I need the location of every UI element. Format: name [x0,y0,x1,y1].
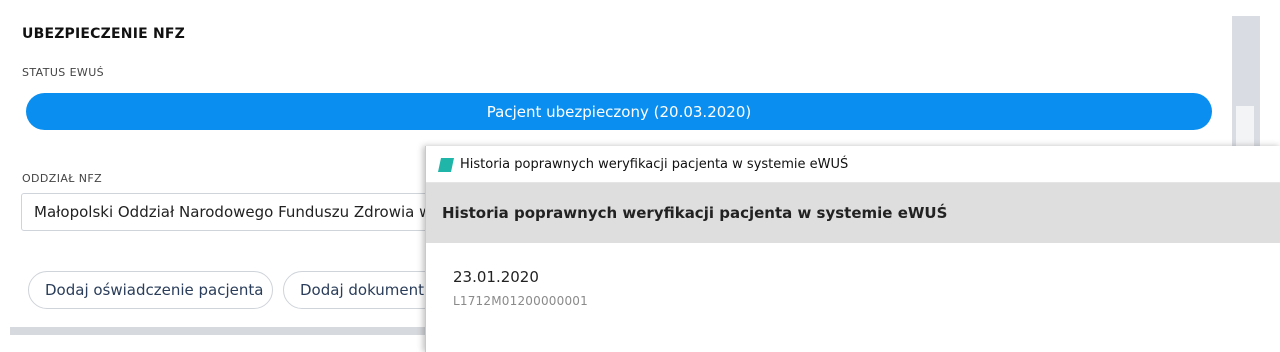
add-statement-label: Dodaj oświadczenie pacjenta [45,281,264,299]
status-label: STATUS EWUŚ [22,66,105,79]
division-field[interactable]: Małopolski Oddział Narodowego Funduszu Z… [21,193,451,231]
app-icon [438,157,454,172]
history-entry-date: 23.01.2020 [453,268,539,286]
add-document-button[interactable]: Dodaj dokument [283,271,443,309]
division-value: Małopolski Oddział Narodowego Funduszu Z… [34,203,432,221]
bottom-divider [10,327,430,335]
status-text: Pacjent ubezpieczony (20.03.2020) [486,102,752,121]
section-title: UBEZPIECZENIE NFZ [22,26,185,42]
popup-header-title: Historia poprawnych weryfikacji pacjenta… [442,204,948,222]
popup-titlebar[interactable]: Historia poprawnych weryfikacji pacjenta… [426,146,1280,183]
add-statement-button[interactable]: Dodaj oświadczenie pacjenta [28,271,273,309]
add-document-label: Dodaj dokument [300,281,425,299]
verification-history-popup: Historia poprawnych weryfikacji pacjenta… [425,146,1280,352]
popup-window-title: Historia poprawnych weryfikacji pacjenta… [460,156,849,172]
division-label: ODDZIAŁ NFZ [22,172,103,185]
app-icon-shape [438,158,454,172]
popup-header: Historia poprawnych weryfikacji pacjenta… [426,183,1280,243]
history-entry-id: L1712M01200000001 [453,294,588,308]
status-bar: Pacjent ubezpieczony (20.03.2020) [26,93,1212,130]
